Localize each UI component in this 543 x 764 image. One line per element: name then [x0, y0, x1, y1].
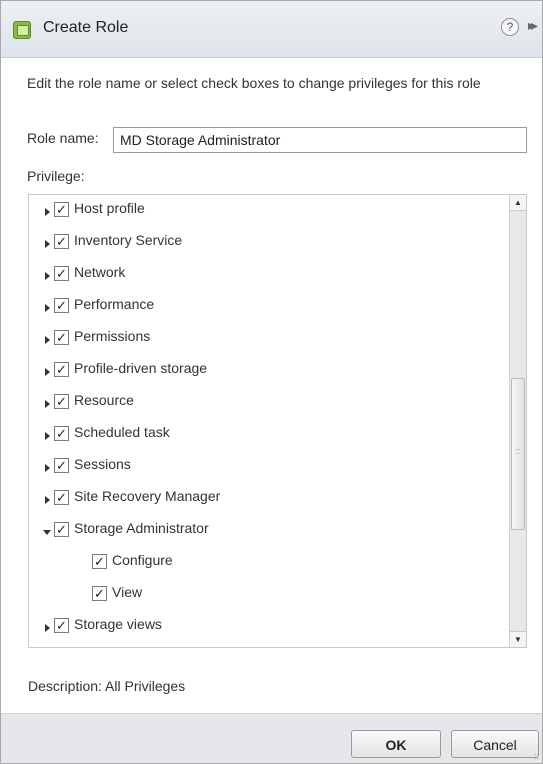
privilege-label: Inventory Service — [74, 232, 183, 248]
privilege-checkbox[interactable]: ✓ — [54, 426, 69, 441]
collapsed-arrow-icon[interactable] — [45, 368, 50, 376]
collapse-icon[interactable]: ▸▸ — [528, 17, 538, 34]
privilege-row[interactable]: ✓ View — [29, 584, 509, 612]
privilege-checkbox[interactable]: ✓ — [92, 554, 107, 569]
privilege-tree-content: ✓ Host profile ✓ Inventory Service ✓ Network ✓… — [29, 195, 509, 647]
privilege-label: Privilege: — [27, 168, 85, 184]
collapsed-arrow-icon[interactable] — [45, 304, 50, 312]
title-bar: Create Role ? ▸▸ — [1, 1, 542, 58]
privilege-checkbox[interactable]: ✓ — [54, 330, 69, 345]
collapsed-arrow-icon[interactable] — [45, 432, 50, 440]
description-label: Description: — [28, 678, 102, 694]
cancel-button[interactable]: Cancel — [451, 730, 539, 758]
privilege-row[interactable]: ✓ Inventory Service — [29, 232, 509, 260]
collapsed-arrow-icon[interactable] — [45, 208, 50, 216]
ok-button[interactable]: OK — [351, 730, 441, 758]
privilege-label: Host profile — [74, 200, 145, 216]
privilege-checkbox[interactable]: ✓ — [54, 618, 69, 633]
scroll-down-button[interactable]: ▼ — [510, 631, 526, 647]
privilege-label: Configure — [112, 552, 173, 568]
privilege-row[interactable]: ✓ Host profile — [29, 200, 509, 228]
scroll-grip-icon: :: — [515, 446, 521, 456]
privilege-row[interactable]: ✓ Network — [29, 264, 509, 292]
privilege-row[interactable]: ✓ Resource — [29, 392, 509, 420]
privilege-checkbox[interactable]: ✓ — [92, 586, 107, 601]
privilege-checkbox[interactable]: ✓ — [54, 490, 69, 505]
privilege-label: Resource — [74, 392, 134, 408]
privilege-checkbox[interactable]: ✓ — [54, 458, 69, 473]
privilege-checkbox[interactable]: ✓ — [54, 394, 69, 409]
resize-grip-icon[interactable]: :: — [534, 751, 539, 761]
description-value: All Privileges — [105, 678, 186, 694]
privilege-row[interactable]: ✓ Storage views — [29, 616, 509, 644]
vertical-scrollbar[interactable]: ▲ :: ▼ — [509, 195, 526, 647]
privilege-checkbox[interactable]: ✓ — [54, 522, 69, 537]
privilege-row[interactable]: ✓ Permissions — [29, 328, 509, 356]
dialog-title: Create Role — [43, 19, 129, 36]
collapsed-arrow-icon[interactable] — [45, 624, 50, 632]
privilege-row[interactable]: ✓ Storage Administrator — [29, 520, 509, 548]
collapsed-arrow-icon[interactable] — [45, 496, 50, 504]
privilege-label: Scheduled task — [74, 424, 170, 440]
privilege-label: Permissions — [74, 328, 151, 344]
create-role-dialog: Create Role ? ▸▸ Edit the role name or s… — [0, 0, 543, 764]
role-name-input[interactable] — [113, 127, 527, 153]
privilege-label: Site Recovery Manager — [74, 488, 221, 504]
privilege-label: Profile-driven storage — [74, 360, 208, 376]
dialog-footer: OK Cancel :: — [1, 713, 542, 763]
description: Description: All Privileges — [28, 678, 185, 694]
role-folder-icon — [13, 21, 31, 39]
privilege-label: View — [112, 584, 143, 600]
intro-text: Edit the role name or select check boxes… — [27, 75, 481, 91]
collapsed-arrow-icon[interactable] — [45, 464, 50, 472]
collapsed-arrow-icon[interactable] — [45, 240, 50, 248]
expanded-arrow-icon[interactable] — [43, 530, 51, 535]
privilege-row[interactable]: ✓ Scheduled task — [29, 424, 509, 452]
scroll-thumb[interactable]: :: — [511, 378, 525, 530]
privilege-checkbox[interactable]: ✓ — [54, 362, 69, 377]
privilege-row[interactable]: ✓ Performance — [29, 296, 509, 324]
collapsed-arrow-icon[interactable] — [45, 336, 50, 344]
privilege-label: Sessions — [74, 456, 131, 472]
privilege-row[interactable]: ✓ Site Recovery Manager — [29, 488, 509, 516]
privilege-tree[interactable]: ✓ Host profile ✓ Inventory Service ✓ Network ✓… — [28, 194, 527, 648]
privilege-label: Performance — [74, 296, 155, 312]
privilege-label: Storage Administrator — [74, 520, 209, 536]
privilege-checkbox[interactable]: ✓ — [54, 202, 69, 217]
privilege-label: Storage views — [74, 616, 162, 632]
collapsed-arrow-icon[interactable] — [45, 272, 50, 280]
privilege-row[interactable]: ✓ Sessions — [29, 456, 509, 484]
privilege-row[interactable]: ✓ Configure — [29, 552, 509, 580]
role-name-label: Role name: — [27, 130, 99, 146]
privilege-checkbox[interactable]: ✓ — [54, 298, 69, 313]
privilege-row[interactable]: ✓ Profile-driven storage — [29, 360, 509, 388]
help-icon[interactable]: ? — [501, 18, 519, 36]
scroll-up-button[interactable]: ▲ — [510, 195, 526, 211]
privilege-checkbox[interactable]: ✓ — [54, 234, 69, 249]
collapsed-arrow-icon[interactable] — [45, 400, 50, 408]
privilege-checkbox[interactable]: ✓ — [54, 266, 69, 281]
privilege-label: Network — [74, 264, 126, 280]
